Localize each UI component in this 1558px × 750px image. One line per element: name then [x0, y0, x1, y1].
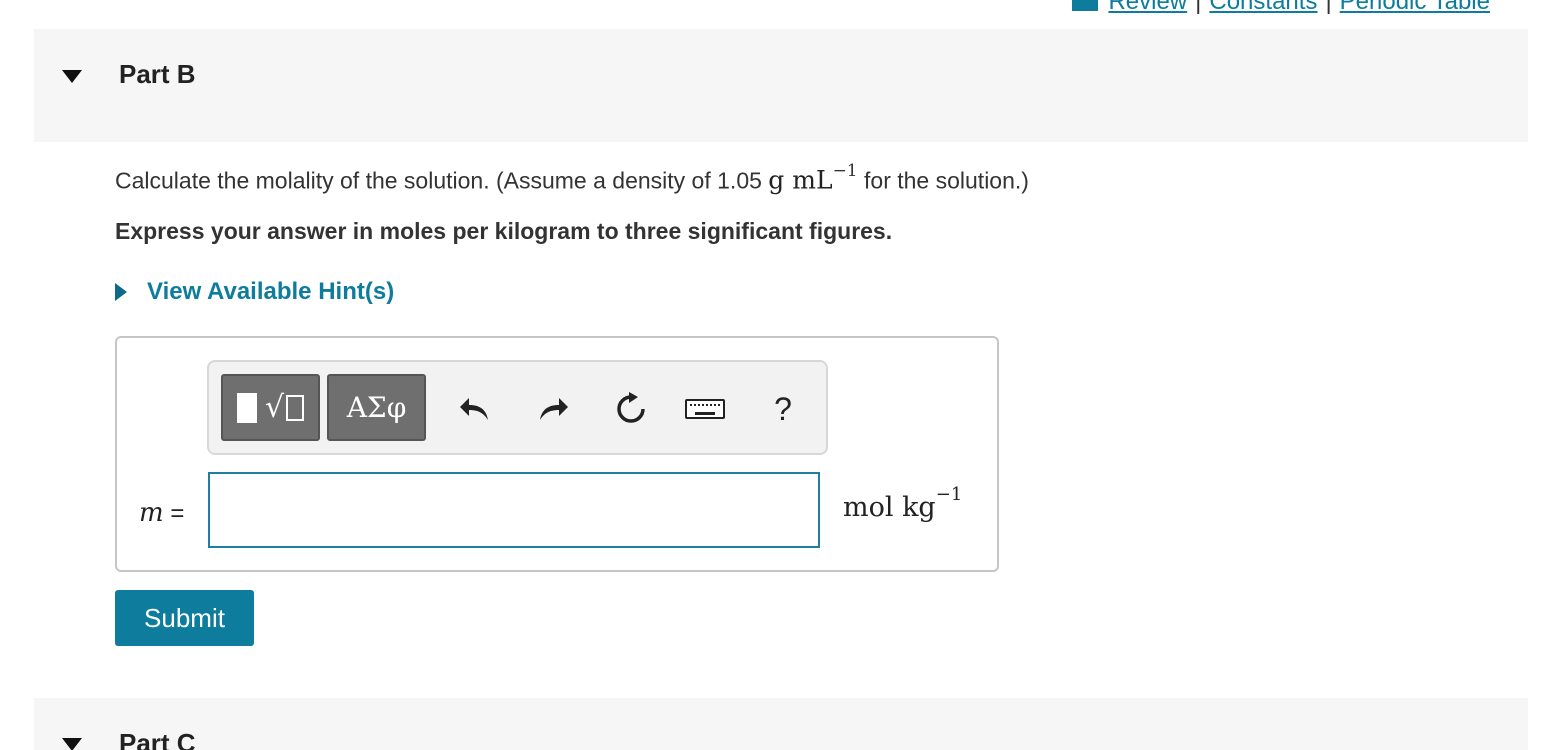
book-icon	[1072, 0, 1099, 11]
unit-exponent: −1	[935, 484, 963, 505]
caret-right-icon	[115, 283, 127, 301]
part-title: Part C	[119, 728, 196, 750]
top-links: Review | Constants | Periodic Table	[1072, 0, 1490, 16]
answer-box: √ ΑΣφ ? m = mol kg−1	[115, 336, 999, 572]
variable-symbol: m	[139, 498, 164, 528]
unit-base: mol kg	[843, 492, 936, 523]
math-toolbar: √ ΑΣφ ?	[207, 360, 828, 455]
link-separator: |	[1195, 0, 1202, 15]
collapse-triangle-icon[interactable]	[62, 70, 82, 83]
templates-button[interactable]: √	[221, 374, 320, 441]
template-box-icon	[286, 394, 305, 421]
redo-icon[interactable]	[531, 384, 575, 434]
help-button[interactable]: ?	[761, 384, 805, 434]
view-hints-toggle[interactable]: View Available Hint(s)	[115, 278, 394, 306]
sqrt-icon: √	[264, 390, 285, 425]
keyboard-icon[interactable]	[683, 384, 727, 434]
density-unit: g mL	[768, 165, 833, 195]
equals-sign: =	[170, 500, 185, 527]
part-b-header[interactable]: Part B	[34, 29, 1528, 142]
template-block-icon	[236, 392, 257, 423]
constants-link[interactable]: Constants	[1209, 0, 1317, 16]
collapse-triangle-icon[interactable]	[62, 738, 82, 750]
view-hints-label[interactable]: View Available Hint(s)	[147, 278, 394, 306]
question-text: Calculate the molality of the solution. …	[115, 161, 1029, 195]
undo-icon[interactable]	[453, 384, 497, 434]
question-prefix: Calculate the molality of the solution. …	[115, 167, 762, 194]
submit-button[interactable]: Submit	[115, 590, 254, 646]
part-title: Part B	[119, 59, 196, 89]
question-suffix: for the solution.)	[864, 167, 1029, 194]
link-separator: |	[1325, 0, 1332, 15]
keyboard-shape	[685, 399, 725, 419]
answer-unit: mol kg−1	[843, 484, 962, 523]
answer-instruction: Express your answer in moles per kilogra…	[115, 218, 893, 244]
density-unit-exponent: −1	[832, 161, 858, 181]
part-c-header[interactable]: Part C	[34, 698, 1528, 750]
variable-label: m =	[139, 498, 184, 528]
reset-icon[interactable]	[609, 384, 653, 434]
periodic-table-link[interactable]: Periodic Table	[1340, 0, 1490, 16]
review-link[interactable]: Review	[1108, 0, 1187, 16]
answer-input[interactable]	[208, 472, 820, 548]
greek-symbols-button[interactable]: ΑΣφ	[327, 374, 426, 441]
